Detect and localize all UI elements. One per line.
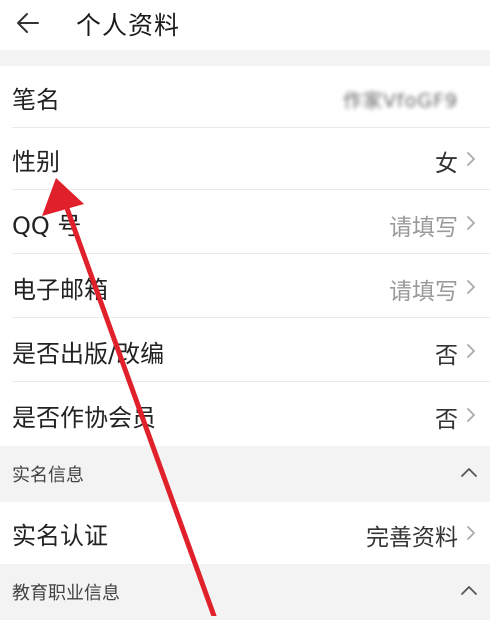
published-row[interactable]: 是否出版/改编 否	[0, 320, 490, 382]
row-divider	[12, 253, 490, 254]
chevron-right-icon	[467, 344, 475, 358]
row-divider	[12, 189, 490, 190]
header-gap	[0, 50, 490, 66]
back-button[interactable]	[14, 8, 42, 38]
association-label: 是否作协会员	[12, 404, 156, 432]
email-value: 请填写	[389, 279, 458, 305]
verify-value: 完善资料	[366, 525, 458, 551]
qq-row[interactable]: QQ 号 请填写	[0, 192, 490, 254]
association-row[interactable]: 是否作协会员 否	[0, 384, 490, 446]
chevron-right-icon	[467, 280, 475, 294]
arrow-left-icon	[17, 13, 39, 33]
email-label: 电子邮箱	[12, 276, 108, 304]
gender-value: 女	[435, 151, 458, 177]
chevron-right-icon	[467, 526, 475, 540]
published-label: 是否出版/改编	[12, 340, 165, 368]
qq-label: QQ 号	[12, 212, 82, 240]
chevron-up-icon	[461, 468, 477, 477]
chevron-right-icon	[467, 408, 475, 422]
verify-label: 实名认证	[12, 522, 108, 550]
pen-name-label: 笔名	[12, 86, 60, 114]
email-row[interactable]: 电子邮箱 请填写	[0, 256, 490, 318]
realname-section-label: 实名信息	[12, 465, 84, 486]
association-value: 否	[435, 407, 458, 433]
gender-label: 性别	[12, 148, 60, 176]
verify-row[interactable]: 实名认证 完善资料	[0, 502, 490, 564]
page-title: 个人资料	[76, 11, 181, 40]
pen-name-row[interactable]: 笔名 作家VfoGF9	[0, 66, 490, 128]
realname-section-header[interactable]: 实名信息	[0, 446, 490, 502]
education-section-header[interactable]: 教育职业信息	[0, 564, 490, 620]
pen-name-value: 作家VfoGF9	[342, 90, 458, 112]
row-divider	[12, 317, 490, 318]
education-section-label: 教育职业信息	[12, 583, 120, 604]
published-value: 否	[435, 343, 458, 369]
chevron-right-icon	[467, 152, 475, 166]
qq-value: 请填写	[389, 215, 458, 241]
row-divider	[12, 381, 490, 382]
app-header: 个人资料	[0, 0, 490, 50]
chevron-right-icon	[467, 216, 475, 230]
gender-row[interactable]: 性别 女	[0, 128, 490, 190]
chevron-up-icon	[461, 586, 477, 595]
